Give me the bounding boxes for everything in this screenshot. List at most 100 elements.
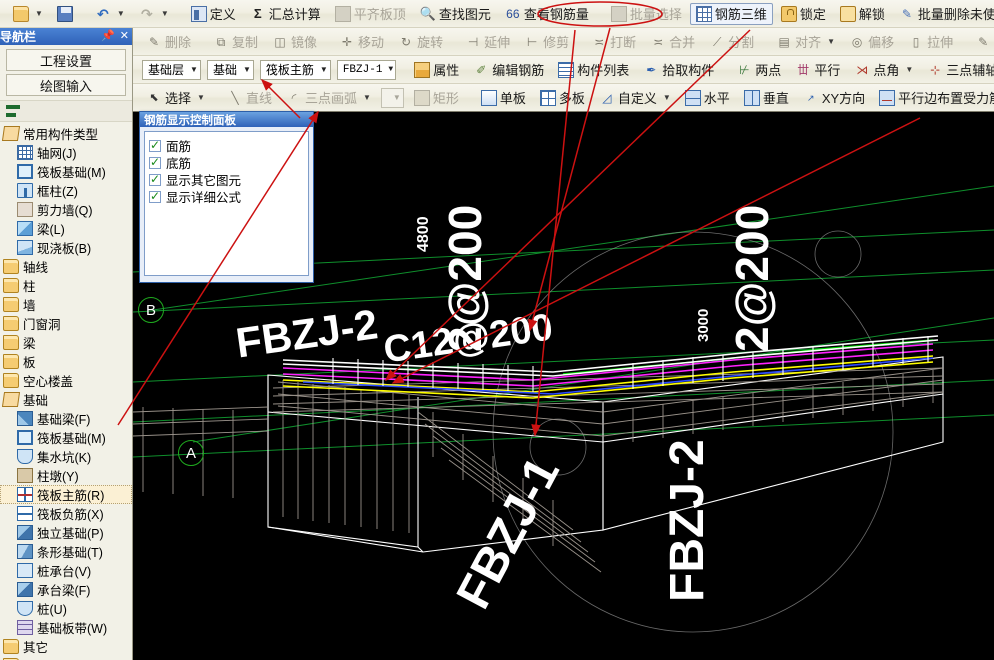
split-button[interactable]: ⟋ 分割 [703,31,760,53]
horizontal-button[interactable]: 水平 [679,87,736,109]
pick-component-button[interactable]: ✒ 拾取构件 [637,59,720,81]
rebar-option-row[interactable]: 显示详细公式 [149,188,304,205]
custom-tool-button[interactable]: ◿ 自定义 ▼ [593,87,677,109]
rebar-3d-button[interactable]: 钢筋三维 [689,2,773,25]
find-element-button[interactable]: 🔍 查找图元 [414,3,497,25]
parallel-axis-button[interactable]: 丗 平行 [789,59,846,81]
vertical-button[interactable]: 垂直 [738,87,795,109]
lock-button[interactable]: 锁定 [775,3,832,25]
axis-bubble-a[interactable]: A [178,440,204,466]
tree-item-raft-main-rebar[interactable]: 筏板主筋(R) [0,485,132,504]
checkbox-checked-icon[interactable] [149,138,161,152]
chevron-down-icon[interactable]: ▼ [197,93,205,102]
component-select[interactable]: FBZJ-1 ▼ [336,59,397,80]
tree-item-cast-slab[interactable]: 现浇板(B) [0,238,132,257]
component-list-button[interactable]: 构件列表 [552,59,635,81]
tree-item-raft-foundation[interactable]: 筏板基础(M) [0,162,132,181]
tree-item-foundation-band[interactable]: 基础板带(W) [0,618,132,637]
multi-panel-button[interactable]: 多板 [534,87,591,109]
properties-button[interactable]: 属性 [408,59,465,81]
rebar-option-row[interactable]: 底筋 [149,154,304,171]
tree-item-sump-pit[interactable]: 集水坑(K) [0,447,132,466]
chevron-down-icon[interactable]: ▼ [363,93,371,102]
rotate-button[interactable]: ↻ 旋转 [392,31,449,53]
mirror-button[interactable]: ◫ 镜像 [266,31,323,53]
tree-item-frame-column[interactable]: 框柱(Z) [0,181,132,200]
arc-option-select[interactable]: ▼ [380,87,404,108]
summary-calc-button[interactable]: Σ 汇总计算 [244,3,327,25]
pin-icon[interactable]: 📌 [101,29,115,43]
tree-item-folder[interactable]: 门窗洞 [0,314,132,333]
trim-button[interactable]: ⊢ 修剪 [518,31,575,53]
chevron-down-icon[interactable]: ▼ [827,37,835,46]
tree-item-shear-wall[interactable]: 剪力墙(Q) [0,200,132,219]
undo-button[interactable]: ↶ ▼ [89,3,131,25]
open-file-button[interactable]: ▼ [7,3,49,25]
three-point-aux-axis-button[interactable]: ⊹ 三点辅轴 ▼ [921,59,994,81]
break-button[interactable]: ≍ 打断 [585,31,642,53]
three-point-arc-button[interactable]: ◜ 三点画弧 ▼ [280,87,377,109]
project-settings-button[interactable]: 工程设置 [6,49,126,71]
edit-rebar-button[interactable]: ✐ 编辑钢筋 [467,59,550,81]
redo-button[interactable]: ↷ ▼ [133,3,175,25]
component-type-select[interactable]: 筏板主筋 ▼ [259,59,331,80]
move-button[interactable]: ✛ 移动 [333,31,390,53]
merge-button[interactable]: ≍ 合并 [644,31,701,53]
tree-item-cap-beam[interactable]: 承台梁(F) [0,580,132,599]
tree-item-pile[interactable]: 桩(U) [0,599,132,618]
tree-item-foundation-beam[interactable]: 基础梁(F) [0,409,132,428]
axis-bubble-b[interactable]: B [138,297,164,323]
parallel-edge-rebar-button[interactable]: 平行边布置受力筋 ▼ [873,87,994,109]
chevron-down-icon[interactable]: ▼ [190,65,198,74]
line-tool-button[interactable]: ╲ 直线 [221,87,278,109]
chevron-down-icon[interactable]: ▼ [388,65,393,74]
module-strip[interactable] [0,100,132,122]
category-select[interactable]: 基础 ▼ [206,59,254,80]
point-angle-button[interactable]: ⋊ 点角 ▼ [848,59,919,81]
rebar-option-row[interactable]: 面筋 [149,137,304,154]
define-button[interactable]: 定义 [185,3,242,25]
floor-select[interactable]: 基础层 ▼ [142,59,201,80]
align-slab-top-button[interactable]: 平齐板顶 [329,3,412,25]
checkbox-checked-icon[interactable] [149,172,161,186]
tree-item-folder[interactable]: 柱 [0,276,132,295]
tree-item-folder[interactable]: 其它 [0,637,132,656]
tree-item-column-pier[interactable]: 柱墩(Y) [0,466,132,485]
chevron-down-icon[interactable]: ▼ [393,93,401,102]
tree-item-strip-foundation[interactable]: 条形基础(T) [0,542,132,561]
xy-direction-button[interactable]: ↗ XY方向 [797,87,871,109]
close-icon[interactable]: ✕ [120,29,129,43]
chevron-down-icon[interactable]: ▼ [320,65,328,74]
chevron-down-icon[interactable]: ▼ [35,9,43,18]
delete-button[interactable]: ✎ 删除 [140,31,197,53]
tree-item-folder[interactable]: 墙 [0,295,132,314]
two-point-axis-button[interactable]: ⊬ 两点 [730,59,787,81]
checkbox-checked-icon[interactable] [149,189,161,203]
tree-item-open-folder[interactable]: 基础 [0,390,132,409]
tree-item-folder[interactable]: 自定义 [0,656,132,660]
set-grip-button[interactable]: ✎ 设置夹点 [969,31,994,53]
drawing-input-button[interactable]: 绘图输入 [6,74,126,96]
tree-item-independent-foundation[interactable]: 独立基础(P) [0,523,132,542]
unlock-button[interactable]: 解锁 [834,3,891,25]
tree-item-pile-cap[interactable]: 桩承台(V) [0,561,132,580]
tree-item-folder[interactable]: 空心楼盖 [0,371,132,390]
tree-item-beam[interactable]: 梁(L) [0,219,132,238]
rebar-display-control-panel[interactable]: 钢筋显示控制面板 面筋底筋显示其它图元显示详细公式 [139,111,314,283]
chevron-down-icon[interactable]: ▼ [905,65,913,74]
chevron-down-icon[interactable]: ▼ [663,93,671,102]
tree-item-folder[interactable]: 板 [0,352,132,371]
tree-item-open-folder[interactable]: 常用构件类型 [0,124,132,143]
offset-button[interactable]: ◎ 偏移 [843,31,900,53]
rebar-option-row[interactable]: 显示其它图元 [149,171,304,188]
tree-item-grid-axis[interactable]: 轴网(J) [0,143,132,162]
tree-item-raft-foundation[interactable]: 筏板基础(M) [0,428,132,447]
batch-delete-unused-button[interactable]: ✎ 批量删除未使用构件 [893,3,994,25]
copy-button[interactable]: ⧉ 复制 [207,31,264,53]
chevron-down-icon[interactable]: ▼ [161,9,169,18]
view-rebar-qty-button[interactable]: 66 查看钢筋量 [499,3,595,25]
checkbox-checked-icon[interactable] [149,155,161,169]
single-panel-button[interactable]: 单板 [475,87,532,109]
chevron-down-icon[interactable]: ▼ [243,65,251,74]
tree-item-folder[interactable]: 梁 [0,333,132,352]
